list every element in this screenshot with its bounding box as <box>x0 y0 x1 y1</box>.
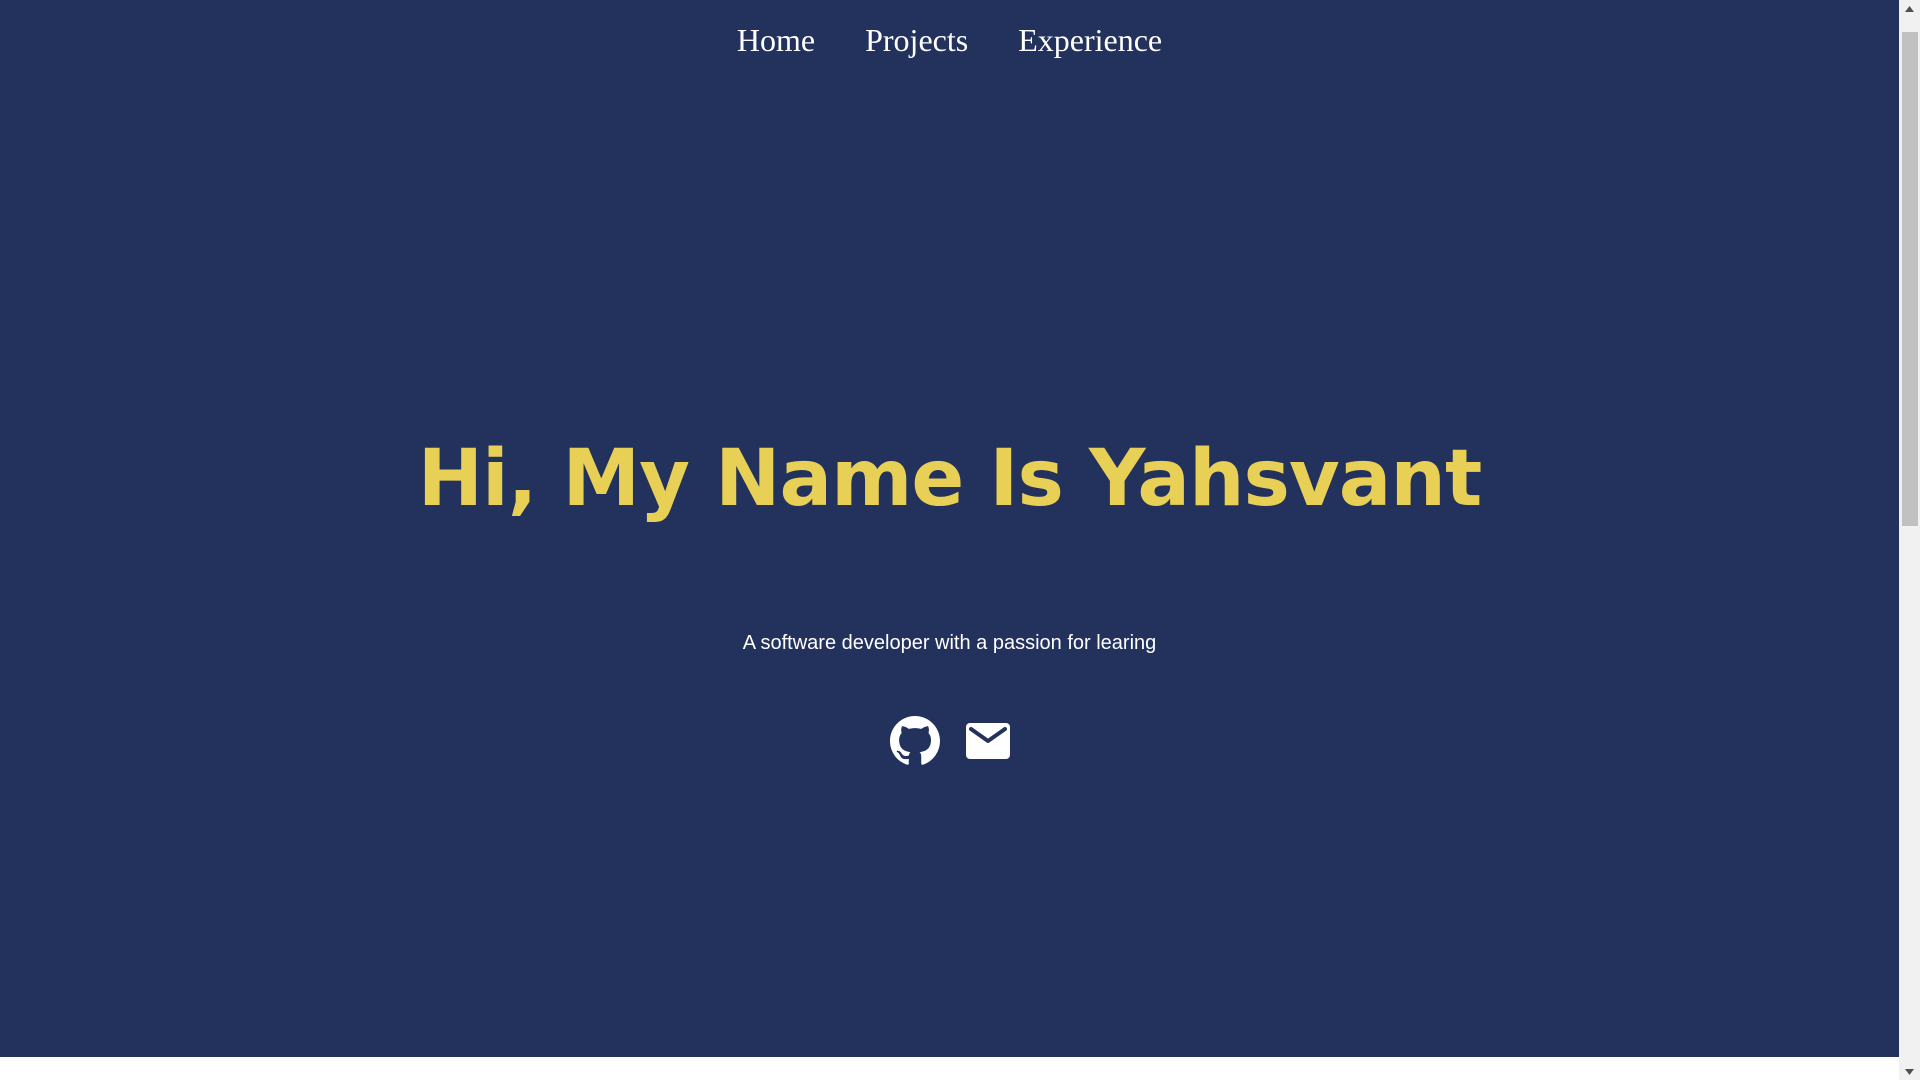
hero-subtitle: A software developer with a passion for … <box>742 632 1157 654</box>
nav-link-experience[interactable]: Experience <box>1018 22 1162 59</box>
nav-link-projects[interactable]: Projects <box>865 22 968 59</box>
social-links <box>0 716 1899 766</box>
browser-viewport: Home Projects Experience Hi, My Name Is … <box>0 0 1920 1080</box>
hero-title: Hi, My Name Is Yahsvant <box>417 434 1482 524</box>
scroll-down-arrow-icon[interactable] <box>1899 1063 1920 1080</box>
portfolio-page: Home Projects Experience Hi, My Name Is … <box>0 0 1899 1057</box>
mail-icon <box>965 723 1010 759</box>
email-link[interactable] <box>965 723 1010 759</box>
top-navigation: Home Projects Experience <box>0 0 1899 80</box>
github-link[interactable] <box>889 716 940 766</box>
github-icon <box>889 716 940 765</box>
vertical-scrollbar[interactable] <box>1899 0 1920 1080</box>
scroll-up-arrow-icon[interactable] <box>1899 0 1920 17</box>
scrollbar-thumb[interactable] <box>1902 32 1918 526</box>
nav-link-home[interactable]: Home <box>737 22 815 59</box>
